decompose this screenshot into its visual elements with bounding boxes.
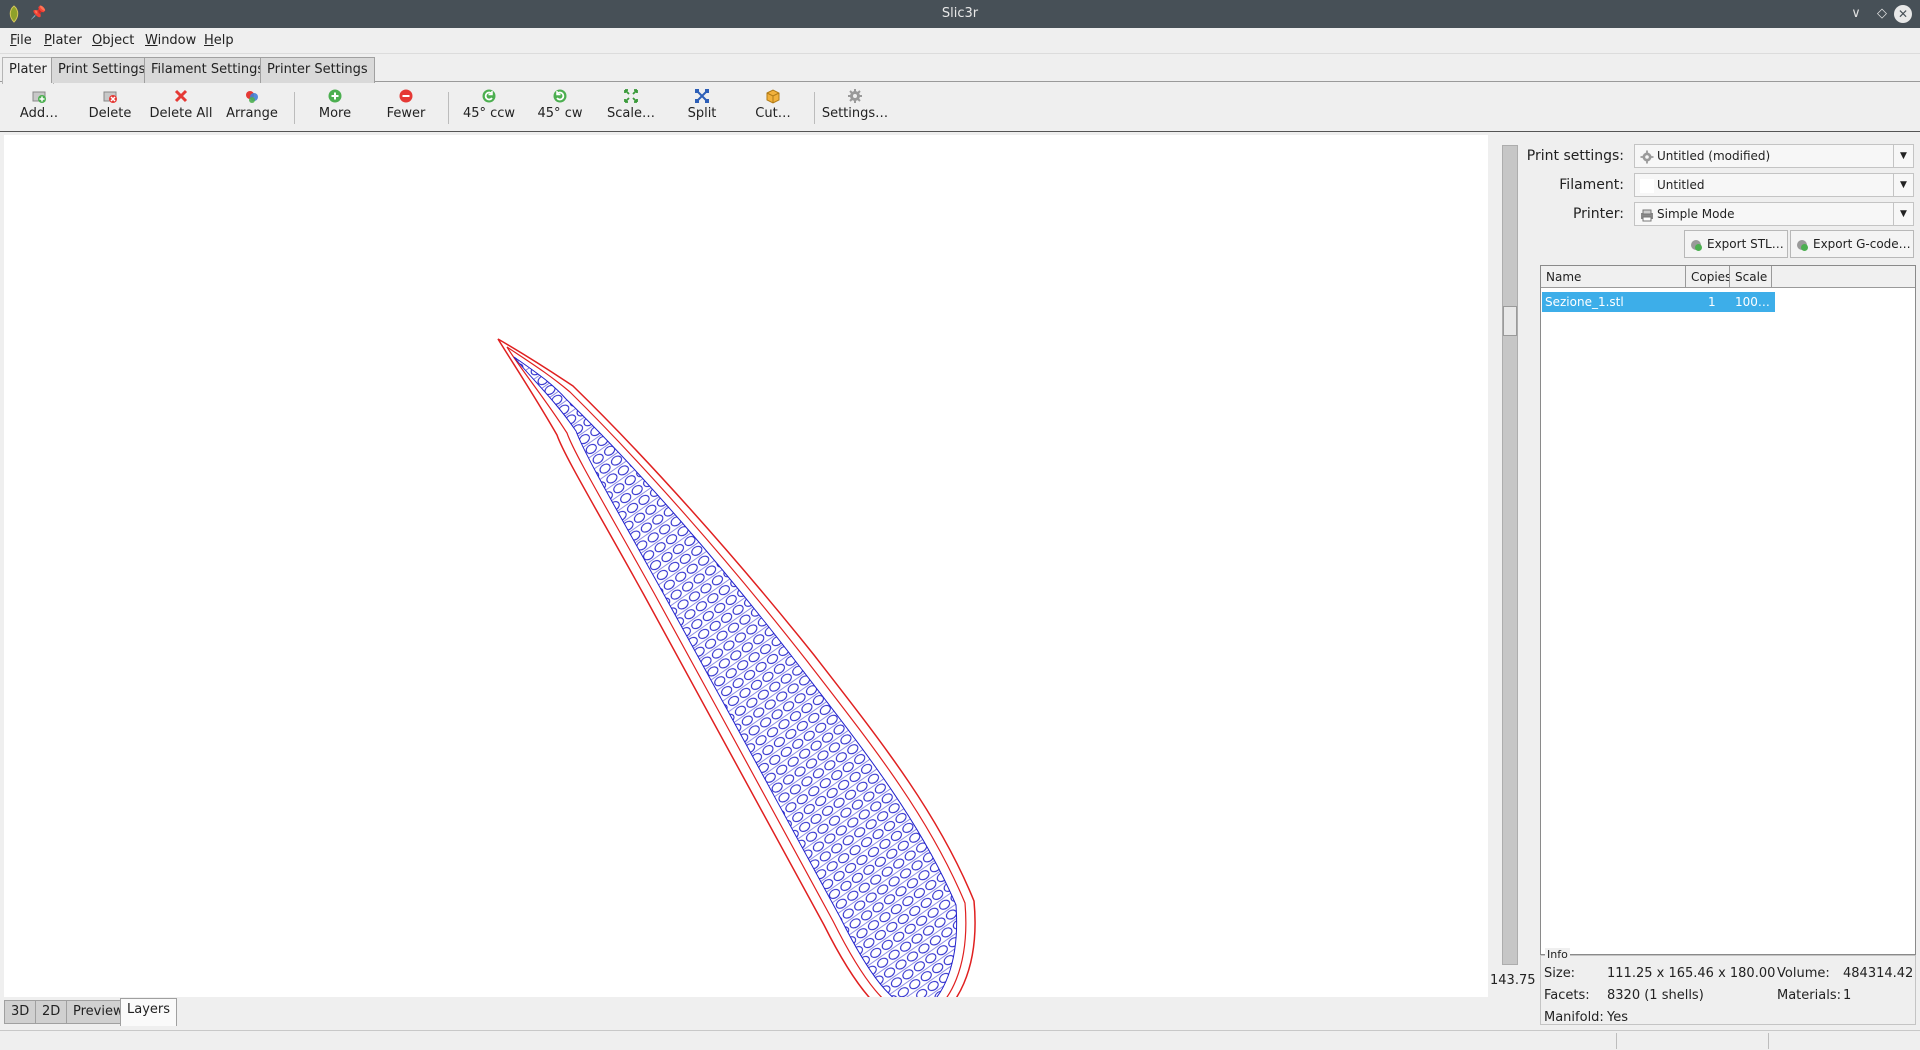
- tab-printer-settings[interactable]: Printer Settings: [260, 57, 375, 83]
- layer-preview-drawing: [497, 338, 976, 997]
- plater-toolbar: Add… Delete Delete All Arrange More Fewe…: [0, 84, 1920, 132]
- status-bar: [0, 1030, 1920, 1050]
- export-icon: [1797, 240, 1808, 251]
- add-brick-icon: [32, 91, 46, 103]
- minimize-button[interactable]: ∨: [1846, 4, 1866, 24]
- toolbar-separator: [814, 92, 815, 124]
- printer-select[interactable]: Simple Mode ▼: [1634, 202, 1914, 226]
- plater-side-panel: Print settings: Untitled (modified) ▼ Fi…: [1527, 135, 1920, 1027]
- filament-color-swatch: [1640, 179, 1654, 193]
- object-name: Sezione_1.stl: [1545, 295, 1624, 309]
- export-stl-button[interactable]: Export STL…: [1684, 230, 1788, 258]
- chevron-down-icon[interactable]: ▼: [1893, 145, 1913, 167]
- status-separator: [1616, 1033, 1617, 1049]
- object-list[interactable]: Name Copies Scale Sezione_1.stl 1 100…: [1540, 265, 1916, 955]
- materials-label: Materials:: [1777, 988, 1841, 1003]
- more-button[interactable]: More: [300, 88, 370, 121]
- rotate-cw-button[interactable]: 45° cw: [525, 88, 595, 121]
- cut-button[interactable]: Cut…: [738, 88, 808, 121]
- tab-3d[interactable]: 3D: [4, 1000, 37, 1024]
- print-settings-label: Print settings:: [1526, 148, 1624, 164]
- printer-icon: [1641, 209, 1653, 222]
- printer-row: Printer: Simple Mode ▼: [1536, 201, 1920, 227]
- split-icon: [695, 89, 709, 103]
- arrange-button[interactable]: Arrange: [217, 88, 287, 121]
- column-header-scale[interactable]: Scale: [1730, 266, 1772, 288]
- rotate-ccw-button[interactable]: 45° ccw: [454, 88, 524, 121]
- object-copies: 1: [1708, 295, 1716, 309]
- menu-window[interactable]: Window: [145, 33, 196, 48]
- layer-z-readout: 143.75: [1490, 973, 1536, 988]
- add-button[interactable]: Add…: [4, 88, 74, 121]
- close-button[interactable]: ✕: [1894, 5, 1912, 23]
- size-label: Size:: [1544, 966, 1576, 981]
- scale-button[interactable]: Scale…: [596, 88, 666, 121]
- info-box: Info Size: 111.25 x 165.46 x 180.00 Volu…: [1540, 948, 1916, 1025]
- object-scale: 100…: [1735, 295, 1770, 309]
- window-title: Slic3r: [941, 6, 979, 21]
- volume-label: Volume:: [1777, 966, 1830, 981]
- facets-value: 8320 (1 shells): [1607, 988, 1704, 1003]
- tab-plater[interactable]: Plater: [2, 57, 54, 84]
- fewer-button[interactable]: Fewer: [371, 88, 441, 121]
- rotate-cw-icon: [553, 89, 567, 103]
- print-settings-row: Print settings: Untitled (modified) ▼: [1527, 143, 1920, 169]
- tab-2d[interactable]: 2D: [35, 1000, 68, 1024]
- export-icon: [1691, 240, 1702, 251]
- delete-all-button[interactable]: Delete All: [146, 88, 216, 121]
- plus-circle-icon: [328, 89, 342, 103]
- status-separator: [1768, 1033, 1769, 1049]
- menu-file[interactable]: File: [10, 33, 32, 48]
- materials-value: 1: [1843, 988, 1852, 1003]
- gear-icon: [848, 89, 862, 103]
- menu-plater[interactable]: Plater: [44, 33, 82, 48]
- object-row[interactable]: Sezione_1.stl 1 100…: [1542, 292, 1775, 312]
- tab-filament-settings[interactable]: Filament Settings: [144, 57, 272, 83]
- minus-circle-icon: [399, 89, 413, 103]
- gear-icon: [1640, 150, 1654, 164]
- menu-object[interactable]: Object: [92, 33, 134, 48]
- toolbar-separator: [294, 92, 295, 124]
- scale-arrows-icon: [624, 89, 638, 103]
- export-gcode-button[interactable]: Export G-code…: [1790, 230, 1914, 258]
- split-button[interactable]: Split: [667, 88, 737, 121]
- printer-label: Printer:: [1572, 206, 1624, 222]
- toolbar-separator: [448, 92, 449, 124]
- cross-icon: [174, 89, 188, 103]
- package-icon: [766, 89, 780, 104]
- arrange-icon: [246, 91, 258, 103]
- rotate-ccw-icon: [482, 89, 496, 103]
- filament-row: Filament: Untitled ▼: [1536, 172, 1920, 198]
- delete-button[interactable]: Delete: [75, 88, 145, 121]
- settings-button[interactable]: Settings…: [820, 88, 890, 121]
- layer-height-slider[interactable]: [1502, 145, 1518, 965]
- tab-print-settings[interactable]: Print Settings: [51, 57, 153, 83]
- object-list-header: Name Copies Scale: [1541, 266, 1915, 288]
- size-value: 111.25 x 165.46 x 180.00: [1607, 966, 1776, 981]
- settings-tabs: Plater Print Settings Filament Settings …: [0, 56, 1920, 84]
- manifold-label: Manifold:: [1544, 1010, 1604, 1025]
- column-header-copies[interactable]: Copies: [1686, 266, 1730, 288]
- menu-bar: File Plater Object Window Help: [0, 28, 1920, 54]
- title-bar: 📌 Slic3r ∨ ◇ ✕: [0, 0, 1920, 28]
- filament-select[interactable]: Untitled ▼: [1634, 173, 1914, 197]
- layer-preview-canvas[interactable]: [4, 135, 1488, 997]
- delete-brick-icon: [103, 91, 117, 103]
- menu-help[interactable]: Help: [204, 33, 234, 48]
- chevron-down-icon[interactable]: ▼: [1893, 203, 1913, 225]
- chevron-down-icon[interactable]: ▼: [1893, 174, 1913, 196]
- maximize-button[interactable]: ◇: [1872, 4, 1892, 24]
- column-header-name[interactable]: Name: [1541, 266, 1686, 288]
- filament-label: Filament:: [1559, 177, 1624, 193]
- infill-region: [513, 356, 958, 997]
- volume-value: 484314.42: [1843, 966, 1914, 981]
- print-settings-select[interactable]: Untitled (modified) ▼: [1634, 144, 1914, 168]
- manifold-value: Yes: [1607, 1010, 1628, 1025]
- tab-layers[interactable]: Layers: [120, 998, 178, 1026]
- slider-thumb[interactable]: [1503, 306, 1517, 336]
- facets-label: Facets:: [1544, 988, 1590, 1003]
- info-legend: Info: [1545, 948, 1570, 961]
